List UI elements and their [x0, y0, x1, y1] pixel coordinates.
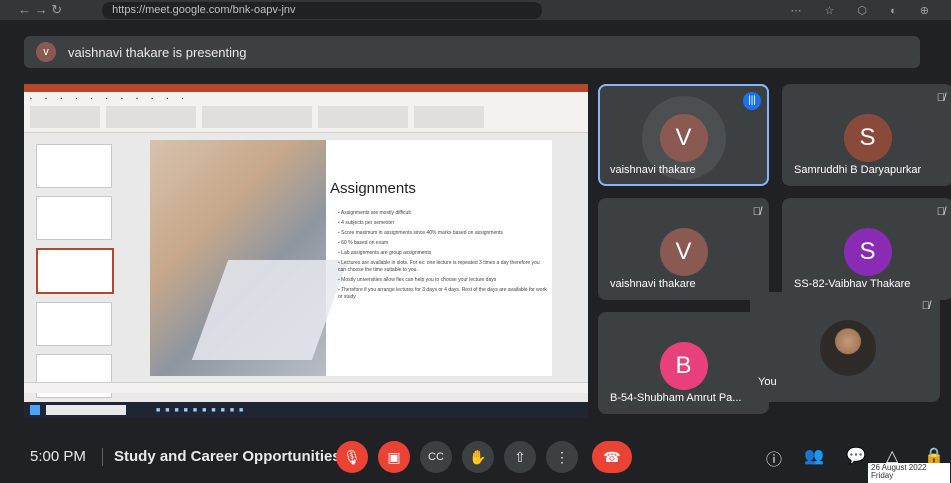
participant-name: Samruddhi B Daryapurkar	[794, 164, 922, 176]
meeting-title: Study and Career Opportunities i...	[114, 448, 362, 465]
slide-bullet: Score maximum in assignments since 40% m…	[338, 230, 548, 237]
presenting-text: vaishnavi thakare is presenting	[68, 44, 247, 60]
mic-toggle-button[interactable]: 🎙	[336, 441, 368, 473]
ribbon-tabs: ▪ ▪ ▪ ▪ ▪ ▪ ▪ ▪ ▪ ▪ ▪	[30, 96, 190, 102]
participant-avatar: B	[659, 342, 708, 390]
slide-bullet: Lectures are available in slots. For ex:…	[338, 260, 548, 274]
powerpoint-ribbon: ▪ ▪ ▪ ▪ ▪ ▪ ▪ ▪ ▪ ▪ ▪	[24, 92, 588, 133]
browser-nav-icons[interactable]: ← → ↻	[18, 2, 62, 18]
slide-bullet: Lab assignments are group assignments	[338, 250, 548, 257]
participant-tile[interactable]: S 🎙̸ Samruddhi B Daryapurkar	[782, 84, 951, 186]
extension-icons[interactable]: ⋯ ☆ ⬡ ◐ ⊕	[790, 4, 939, 17]
current-slide: Assignments Assignments are mostly diffi…	[150, 140, 552, 376]
windows-start-icon	[30, 405, 40, 415]
more-options-button[interactable]: ⋮	[546, 441, 578, 473]
ribbon-group	[106, 106, 196, 128]
taskbar-search	[46, 405, 126, 415]
self-label: You	[758, 376, 777, 388]
slide-thumbnails	[28, 136, 114, 406]
divider	[102, 448, 103, 466]
hand-icon: ✋	[469, 449, 487, 465]
participant-name: vaishnavi thakare	[610, 278, 696, 290]
captions-button[interactable]: CC	[420, 441, 452, 473]
participant-avatar: V	[659, 228, 708, 276]
slide-thumbnail	[36, 302, 112, 346]
present-icon: ⇧	[514, 449, 526, 465]
speaking-indicator-icon: |||	[743, 92, 761, 110]
participant-tile[interactable]: V ||| vaishnavi thakare	[598, 84, 769, 186]
slide-bullet: 60 % based on exam	[338, 240, 548, 247]
raise-hand-button[interactable]: ✋	[462, 441, 494, 473]
end-call-icon: ☎	[603, 449, 621, 465]
people-icon[interactable]: 👥	[804, 446, 824, 466]
powerpoint-status-bar	[24, 382, 588, 393]
presenting-banner: v vaishnavi thakare is presenting	[24, 36, 920, 68]
present-button[interactable]: ⇧	[504, 441, 536, 473]
more-vert-icon: ⋮	[555, 449, 569, 465]
ribbon-group	[318, 106, 408, 128]
participant-name: SS-82-Vaibhav Thakare	[794, 278, 911, 290]
date-tooltip: 26 August 2022 Friday	[868, 463, 950, 483]
camera-off-icon: ▣	[387, 449, 401, 465]
participant-name: vaishnavi thakare	[610, 164, 696, 176]
slide-thumbnail-selected	[36, 248, 114, 294]
ribbon-group	[414, 106, 484, 128]
participant-tile[interactable]: S 🎙̸ SS-82-Vaibhav Thakare	[782, 198, 951, 300]
participant-tile[interactable]: B B-54-Shubham Amrut Pa...	[598, 312, 769, 414]
slide-bullet: Assignments are mostly difficult	[338, 210, 548, 217]
self-video-thumbnail	[820, 320, 876, 376]
participant-avatar: S	[843, 228, 892, 276]
slide-thumbnail	[36, 196, 112, 240]
ribbon-group	[202, 106, 312, 128]
self-view-tile[interactable]: 🎙̸ You	[750, 292, 940, 402]
chat-icon[interactable]: 💬	[846, 446, 866, 466]
participant-avatar: V	[659, 114, 708, 162]
info-icon[interactable]: ⓘ	[766, 446, 782, 470]
mic-muted-icon: 🎙̸	[936, 92, 945, 104]
browser-toolbar: ← → ↻ https://meet.google.com/bnk-oapv-j…	[0, 0, 951, 20]
powerpoint-title-bar	[24, 84, 588, 92]
windows-taskbar: ■■■■■■■■■■	[24, 402, 588, 418]
participant-tile[interactable]: V 🎙̸ vaishnavi thakare	[598, 198, 769, 300]
slide-title: Assignments	[330, 180, 416, 197]
mic-off-icon: 🎙	[343, 449, 361, 465]
slide-thumbnail	[36, 144, 112, 188]
address-bar[interactable]: https://meet.google.com/bnk-oapv-jnv	[102, 1, 543, 19]
camera-toggle-button[interactable]: ▣	[378, 441, 410, 473]
shared-screen: ▪ ▪ ▪ ▪ ▪ ▪ ▪ ▪ ▪ ▪ ▪ Assignments Assign…	[24, 84, 588, 418]
mic-muted-icon: 🎙̸	[921, 300, 930, 312]
leave-call-button[interactable]: ☎	[592, 441, 632, 473]
meeting-control-bar: 5:00 PM Study and Career Opportunities i…	[0, 430, 951, 483]
mic-muted-icon: 🎙̸	[936, 206, 945, 218]
participant-avatar: S	[843, 114, 892, 162]
captions-icon: CC	[428, 451, 444, 463]
slide-bullet: Therefore if you arrange lectures for 3 …	[338, 287, 548, 301]
participant-name: B-54-Shubham Amrut Pa...	[610, 392, 742, 404]
slide-bullet: 4 subjects per semester	[338, 220, 548, 227]
taskbar-app-icons: ■■■■■■■■■■	[156, 406, 249, 414]
slide-bullet: Mostly universities allow flex can help …	[338, 277, 548, 284]
meeting-time: 5:00 PM	[30, 448, 86, 465]
mic-muted-icon: 🎙̸	[752, 206, 761, 218]
presenter-avatar: v	[36, 42, 56, 62]
ribbon-group	[30, 106, 100, 128]
slide-bullets: Assignments are mostly difficult 4 subje…	[330, 210, 548, 304]
